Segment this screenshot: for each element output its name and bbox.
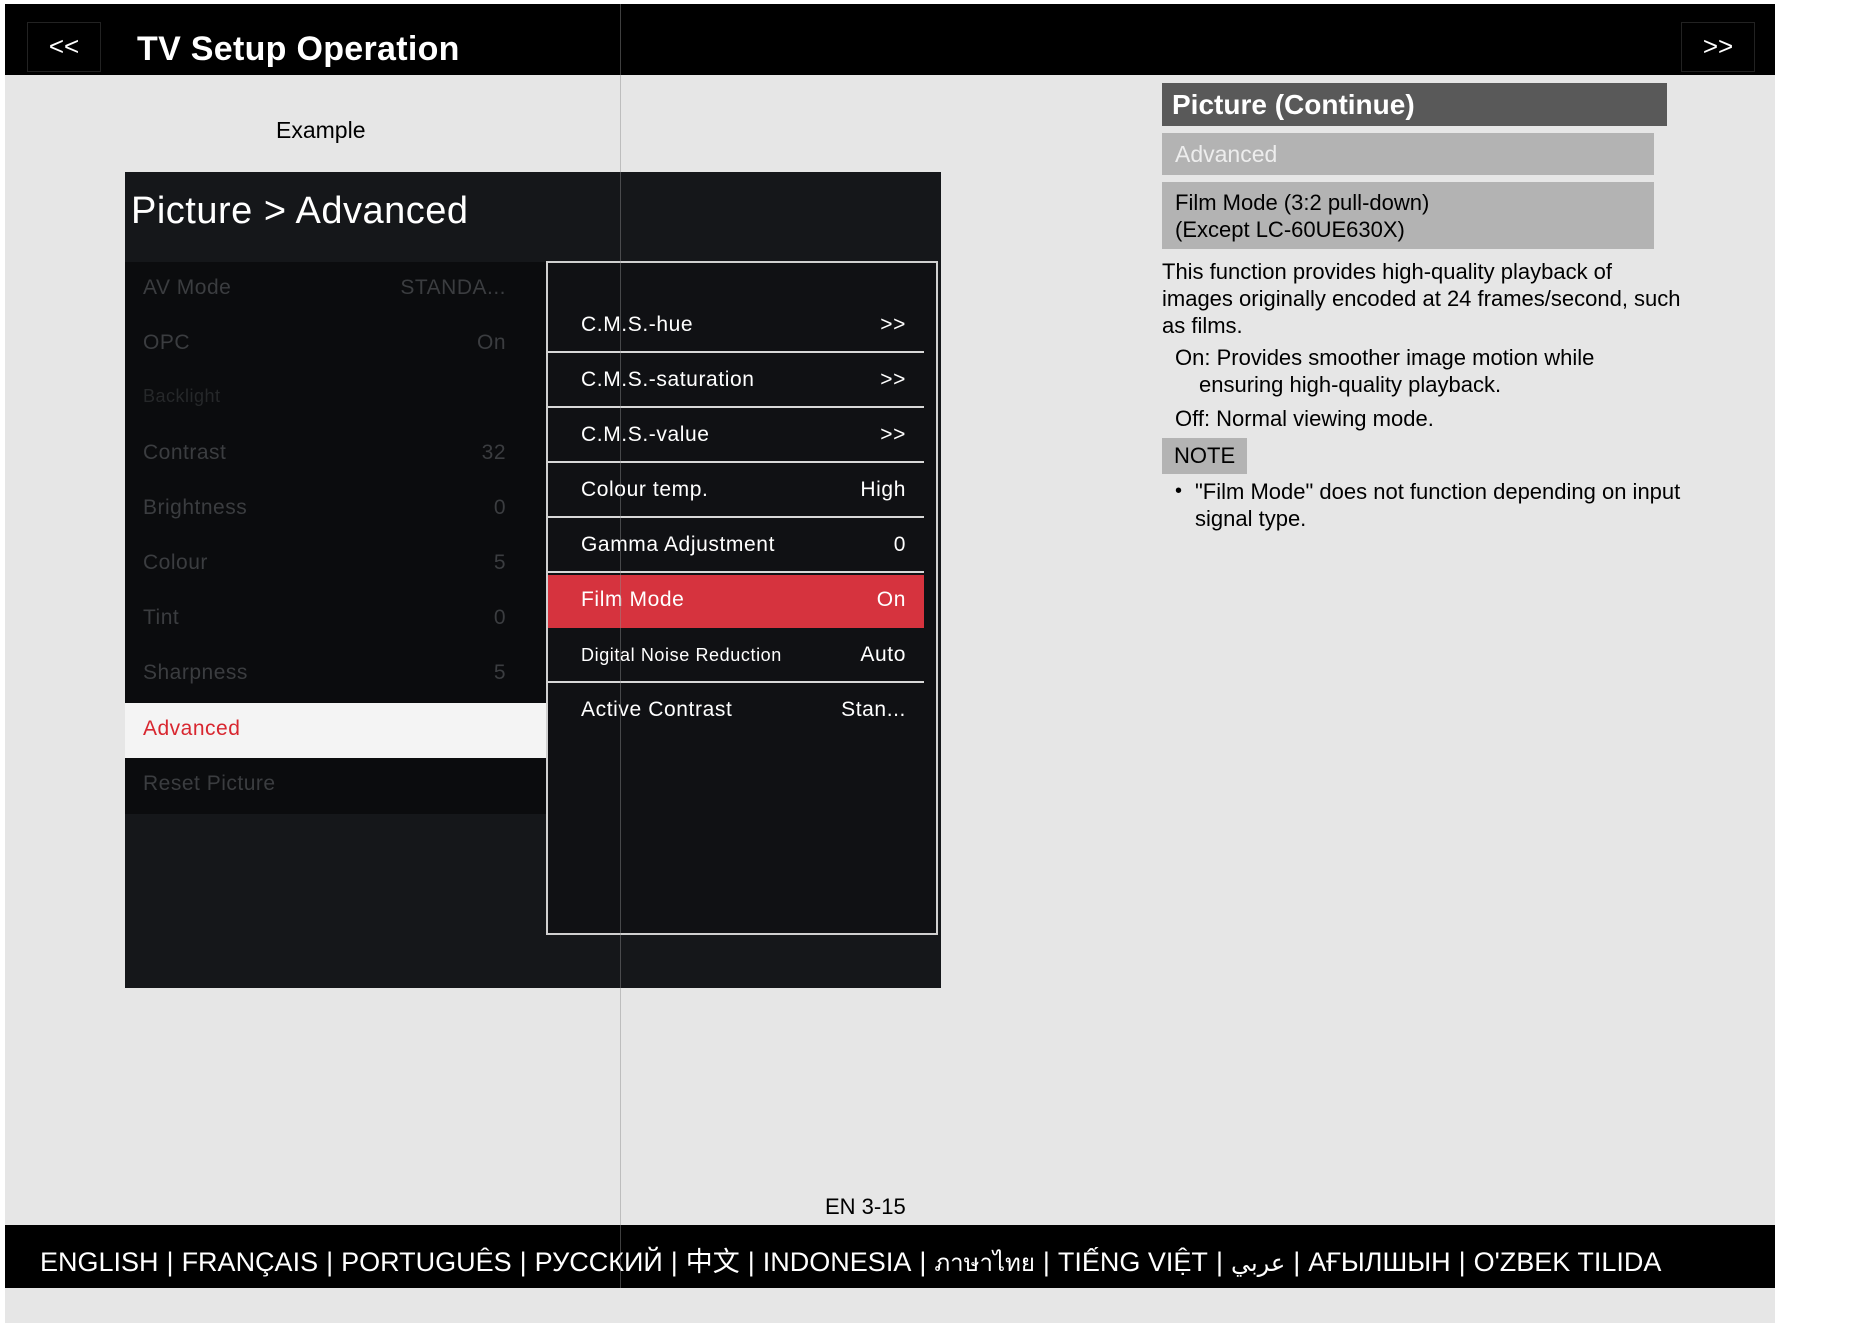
tv-submenu-item-value: Stan... xyxy=(841,698,906,721)
language-link-portugues[interactable]: PORTUGUÊS xyxy=(341,1247,512,1277)
tv-menu-item-backlight: Backlight xyxy=(125,372,546,427)
tv-menu-item-advanced: Advanced xyxy=(125,703,546,758)
language-link-uzbek[interactable]: O'ZBEK TILIDA xyxy=(1474,1247,1662,1277)
tv-menu-item-value: STANDA... xyxy=(400,276,506,299)
separator: | xyxy=(919,1247,927,1277)
language-link-vietnamese[interactable]: TIẾNG VIỆT xyxy=(1058,1247,1208,1277)
tv-submenu-item-label: C.M.S.-hue xyxy=(581,313,694,336)
tv-menu-item-label: OPC xyxy=(143,331,191,354)
language-link-russian[interactable]: РУССКИЙ xyxy=(535,1247,663,1277)
tv-menu-item-value: On xyxy=(476,331,506,354)
bullet-icon: • xyxy=(1175,480,1183,502)
tv-menu-item-sharpness: Sharpness 5 xyxy=(125,647,546,702)
tv-menu-item-label: Tint xyxy=(143,606,180,629)
option-on-line-1: On: Provides smoother image motion while xyxy=(1175,345,1595,370)
language-link-arabic[interactable]: عربي xyxy=(1231,1249,1285,1277)
tv-submenu-item-label: Gamma Adjustment xyxy=(581,533,776,556)
option-on-line-2: ensuring high-quality playback. xyxy=(1199,372,1502,397)
tv-submenu-item-label: Active Contrast xyxy=(581,698,733,721)
chevron-right-icon: >> xyxy=(880,313,906,336)
tv-menu-item-tint: Tint 0 xyxy=(125,592,546,647)
separator: | xyxy=(1458,1247,1466,1277)
tv-menu-item-label: Advanced xyxy=(143,717,241,740)
tv-submenu-item-gamma-adjustment: Gamma Adjustment 0 xyxy=(548,520,924,573)
tv-submenu-item-colour-temp: Colour temp. High xyxy=(548,465,924,518)
section-title: Picture (Continue) xyxy=(1162,83,1667,126)
vertical-guide-line xyxy=(620,4,621,1288)
language-link-english[interactable]: ENGLISH xyxy=(40,1247,159,1277)
tv-menu-item-value: 0 xyxy=(493,606,506,629)
tv-submenu-item-active-contrast: Active Contrast Stan... xyxy=(548,685,924,738)
tv-menu-item-label: AV Mode xyxy=(143,276,232,299)
language-link-francais[interactable]: FRANÇAIS xyxy=(182,1247,319,1277)
tv-submenu-item-label: Film Mode xyxy=(581,588,685,611)
item-title-line-2: (Except LC-60UE630X) xyxy=(1175,217,1405,242)
tv-menu-item-reset-picture: Reset Picture xyxy=(125,758,546,813)
language-link-kazakh[interactable]: АҒЫЛШЫН xyxy=(1308,1247,1450,1277)
tv-menu-item-label: Reset Picture xyxy=(143,772,276,795)
separator: | xyxy=(1215,1247,1223,1277)
item-title: Film Mode (3:2 pull-down) (Except LC-60U… xyxy=(1162,182,1654,249)
tv-menu-item-value: 5 xyxy=(493,551,506,574)
tv-menu-item-brightness: Brightness 0 xyxy=(125,482,546,537)
tv-menu-item-opc: OPC On xyxy=(125,317,546,372)
tv-submenu-item-label: Colour temp. xyxy=(581,478,709,501)
separator: | xyxy=(166,1247,174,1277)
note-label: NOTE xyxy=(1162,438,1247,474)
tv-menu-item-av-mode: AV Mode STANDA... xyxy=(125,262,546,317)
tv-screen-example: Picture > Advanced AV Mode STANDA... OPC… xyxy=(125,172,941,988)
tv-submenu-item-cms-value: C.M.S.-value >> xyxy=(548,410,924,463)
header-bar: << TV Setup Operation >> xyxy=(5,4,1775,75)
language-link-indonesia[interactable]: INDONESIA xyxy=(763,1247,912,1277)
tv-menu-item-value: 32 xyxy=(481,441,506,464)
tv-menu-item-value: 0 xyxy=(493,496,506,519)
chevron-right-icon: >> xyxy=(880,368,906,391)
tv-submenu-item-label: C.M.S.-saturation xyxy=(581,368,755,391)
separator: | xyxy=(670,1247,678,1277)
manual-page: << TV Setup Operation >> Example Picture… xyxy=(5,4,1775,1323)
option-on-description: On: Provides smoother image motion while… xyxy=(1175,344,1675,398)
language-link-chinese[interactable]: 中文 xyxy=(686,1247,740,1277)
tv-menu-item-contrast: Contrast 32 xyxy=(125,427,546,482)
tv-menu-item-value: 5 xyxy=(493,661,506,684)
tv-submenu-item-film-mode: Film Mode On xyxy=(548,575,924,628)
item-description: This function provides high-quality play… xyxy=(1162,259,1681,338)
tv-submenu-item-cms-saturation: C.M.S.-saturation >> xyxy=(548,355,924,408)
page-title: TV Setup Operation xyxy=(137,30,460,68)
language-link-thai[interactable]: ภาษาไทย xyxy=(934,1249,1035,1277)
example-caption: Example xyxy=(276,117,366,143)
separator: | xyxy=(1042,1247,1050,1277)
tv-submenu-item-digital-noise-reduction: Digital Noise Reduction Auto xyxy=(548,630,924,683)
tv-menu-item-label: Colour xyxy=(143,551,208,574)
tv-menu-item-label: Sharpness xyxy=(143,661,248,684)
previous-page-button[interactable]: << xyxy=(27,22,101,72)
tv-menu-item-label: Contrast xyxy=(143,441,227,464)
language-list: ENGLISH | FRANÇAIS | PORTUGUÊS | РУССКИЙ | 中文 | IN… xyxy=(40,1240,1661,1282)
tv-submenu-item-value: Auto xyxy=(860,643,906,666)
next-page-button[interactable]: >> xyxy=(1681,22,1755,72)
tv-breadcrumb: Picture > Advanced xyxy=(131,190,469,232)
section-subtitle: Advanced xyxy=(1162,133,1654,175)
separator: | xyxy=(747,1247,755,1277)
tv-menu-item-label: Brightness xyxy=(143,496,248,519)
note-text: "Film Mode" does not function depending … xyxy=(1195,479,1681,531)
page-number: EN 3-15 xyxy=(825,1194,906,1219)
option-off-description: Off: Normal viewing mode. xyxy=(1175,406,1434,431)
tv-submenu-item-value: High xyxy=(860,478,906,501)
tv-menu-item-colour: Colour 5 xyxy=(125,537,546,592)
item-title-line-1: Film Mode (3:2 pull-down) xyxy=(1175,190,1430,215)
tv-submenu-item-value: On xyxy=(876,588,906,611)
chevron-right-icon: >> xyxy=(880,423,906,446)
tv-submenu-item-label: C.M.S.-value xyxy=(581,423,710,446)
tv-submenu-item-cms-hue: C.M.S.-hue >> xyxy=(548,300,924,353)
tv-menu-item-label: Backlight xyxy=(143,386,221,406)
tv-submenu: C.M.S.-hue >> C.M.S.-saturation >> C.M.S… xyxy=(546,261,938,935)
tv-submenu-item-label: Digital Noise Reduction xyxy=(581,645,782,665)
tv-submenu-item-value: 0 xyxy=(893,533,906,556)
separator: | xyxy=(519,1247,527,1277)
language-bar: ENGLISH | FRANÇAIS | PORTUGUÊS | РУССКИЙ | 中文 | IN… xyxy=(5,1225,1775,1288)
separator: | xyxy=(326,1247,334,1277)
separator: | xyxy=(1293,1247,1301,1277)
tv-left-menu: AV Mode STANDA... OPC On Backlight Contr… xyxy=(125,262,546,814)
